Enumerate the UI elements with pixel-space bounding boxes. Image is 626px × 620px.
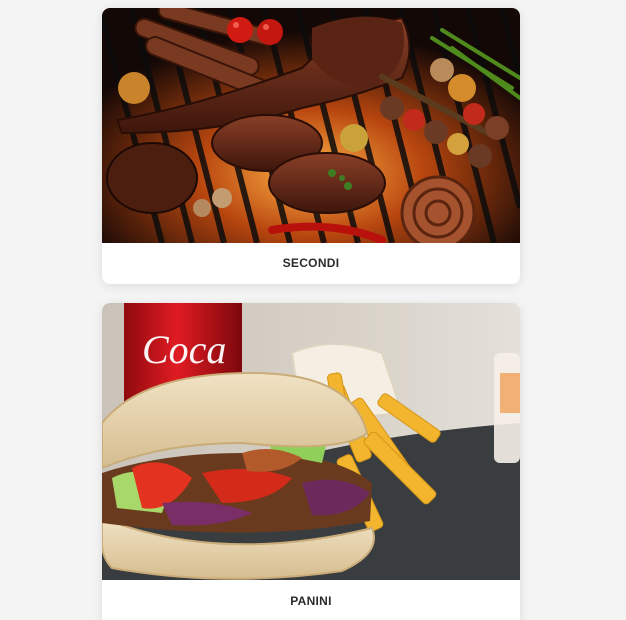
category-card-panini[interactable]: Coca PANINI xyxy=(102,303,520,620)
menu-category-list: SECONDI Coca PANINI xyxy=(0,0,626,620)
kebab-sandwich-image[interactable]: Coca xyxy=(102,303,520,580)
svg-text:Coca: Coca xyxy=(142,327,226,372)
category-card-secondi[interactable]: SECONDI xyxy=(102,8,520,284)
grill-food-illustration xyxy=(102,8,520,243)
kebab-sandwich-illustration: Coca xyxy=(102,303,520,580)
category-label[interactable]: SECONDI xyxy=(102,243,520,284)
grill-food-image[interactable] xyxy=(102,8,520,243)
category-label[interactable]: PANINI xyxy=(102,580,520,620)
